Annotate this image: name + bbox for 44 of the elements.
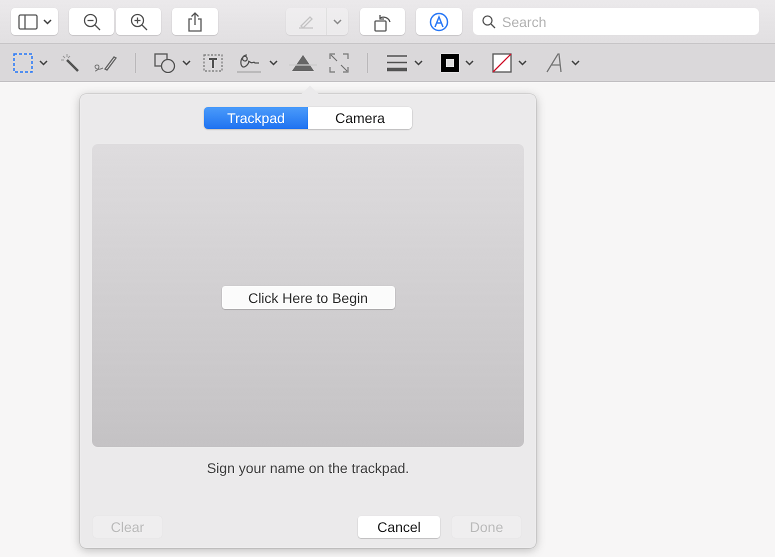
prism-icon	[289, 54, 317, 72]
resize-icon	[329, 52, 349, 72]
caret-icon	[465, 60, 474, 66]
signature-icon	[235, 52, 263, 74]
font-tool[interactable]	[545, 50, 580, 74]
selection-tool[interactable]	[13, 50, 48, 74]
magic-wand-icon	[60, 52, 80, 72]
caret-icon	[39, 60, 48, 66]
selection-icon	[13, 52, 33, 72]
markup-icon	[429, 12, 449, 32]
cancel-button[interactable]: Cancel	[358, 516, 440, 538]
sidebar-icon	[18, 14, 38, 30]
share-icon	[187, 12, 203, 32]
shapes-tool[interactable]	[154, 50, 191, 74]
share-button[interactable]	[172, 8, 218, 35]
segment-tab[interactable]: Trackpad	[204, 107, 308, 129]
caret-icon	[182, 60, 191, 66]
highlighter-icon	[297, 14, 315, 30]
sidebar-button[interactable]	[11, 8, 58, 35]
text-box-icon	[203, 54, 223, 72]
shapes-icon	[154, 52, 176, 72]
segment-tab[interactable]: Camera	[308, 107, 412, 129]
zoom-in-icon	[130, 12, 148, 30]
caret-icon	[333, 18, 342, 24]
signature-pad[interactable]: Click Here to Begin	[92, 144, 524, 447]
begin-button[interactable]: Click Here to Begin	[222, 286, 394, 309]
search-icon	[482, 15, 496, 29]
instruction-text: Sign your name on the trackpad.	[206, 460, 410, 476]
border-color-icon	[441, 54, 459, 72]
zoom-out-icon	[82, 12, 100, 30]
resize-tool[interactable]	[329, 50, 349, 74]
caret-icon	[571, 60, 580, 66]
zoom-out-button[interactable]	[69, 8, 114, 35]
caret-icon	[42, 18, 52, 24]
search-field[interactable]: Search	[473, 8, 759, 35]
fill-color-tool[interactable]	[492, 50, 527, 74]
caret-icon	[414, 60, 423, 66]
markup-button[interactable]	[416, 8, 462, 35]
caret-icon	[269, 60, 278, 66]
zoom-in-button[interactable]	[116, 8, 161, 35]
line-style-icon	[386, 54, 408, 72]
rotate-button[interactable]	[360, 8, 405, 35]
caret-icon	[518, 60, 527, 66]
fill-color-icon	[492, 52, 512, 72]
